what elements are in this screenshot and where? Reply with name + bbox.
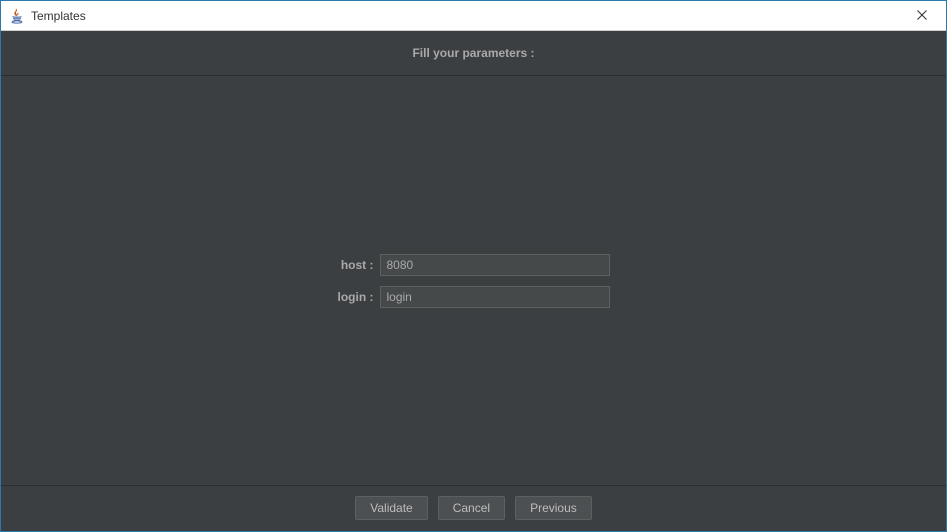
window-title: Templates [31, 9, 86, 23]
login-label: login : [338, 290, 374, 304]
cancel-button[interactable]: Cancel [438, 496, 505, 520]
close-button[interactable] [902, 2, 942, 30]
host-label: host : [338, 258, 374, 272]
close-icon [917, 9, 927, 23]
button-bar: Validate Cancel Previous [1, 485, 946, 531]
form-area: host : login : [1, 76, 946, 485]
page-title: Fill your parameters : [412, 46, 534, 60]
titlebar: Templates [1, 1, 946, 31]
header-row: Fill your parameters : [1, 31, 946, 76]
dialog-window: Templates Fill your parameters : host : … [0, 0, 947, 532]
content-pane: Fill your parameters : host : login : Va… [1, 31, 946, 531]
parameters-form: host : login : [338, 254, 610, 308]
java-icon [9, 8, 25, 24]
login-input[interactable] [380, 286, 610, 308]
titlebar-left: Templates [9, 8, 86, 24]
previous-button[interactable]: Previous [515, 496, 592, 520]
validate-button[interactable]: Validate [355, 496, 427, 520]
host-input[interactable] [380, 254, 610, 276]
